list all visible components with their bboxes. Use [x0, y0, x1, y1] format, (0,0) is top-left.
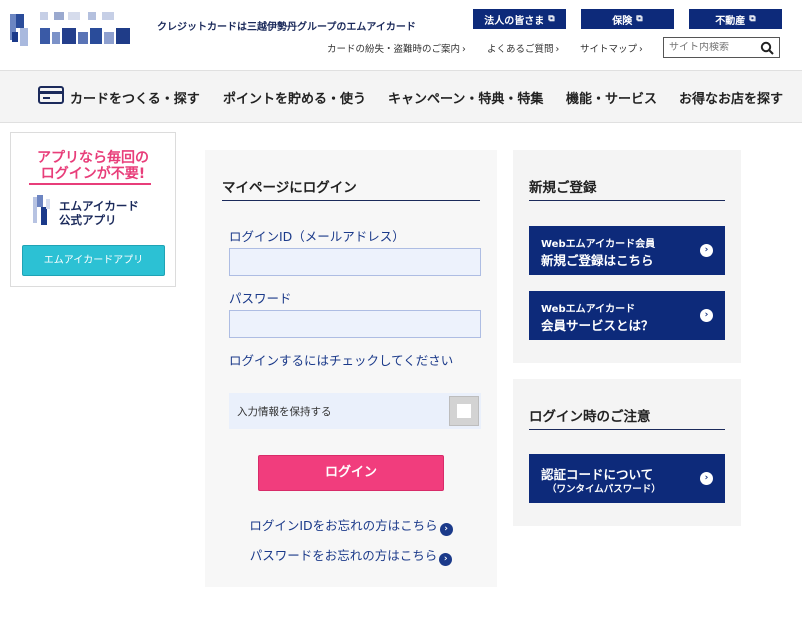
- banner-divider: [29, 183, 151, 185]
- credit-card-icon: [38, 86, 64, 104]
- real-estate-button-label: 不動産: [715, 15, 746, 27]
- arrow-circle-icon: ›: [439, 553, 453, 566]
- notice-title: ログイン時のご注意: [529, 409, 651, 425]
- keep-login-checkbox[interactable]: [449, 396, 479, 426]
- corporate-button-label: 法人の皆さま: [484, 15, 545, 27]
- password-label: パスワード: [229, 291, 292, 306]
- app-name-line-2: 公式アプリ: [59, 213, 117, 227]
- app-logo-icon: [33, 195, 50, 225]
- arrow-circle-icon: ›: [700, 244, 713, 257]
- nav-services[interactable]: 機能・サービス: [566, 88, 657, 107]
- nav-make-card[interactable]: カードをつくる・探す: [70, 88, 200, 107]
- chevron-right-icon: ›: [555, 44, 560, 55]
- arrow-circle-icon: ›: [700, 309, 713, 322]
- login-title-rule: [222, 200, 480, 201]
- login-notice-panel: ログイン時のご注意 認証コードについて （ワンタイムパスワード） ›: [513, 379, 741, 526]
- password-input[interactable]: [229, 310, 481, 338]
- arrow-circle-icon: ›: [700, 472, 713, 485]
- external-link-icon: ⧉: [548, 14, 555, 24]
- link-sitemap-label: サイトマップ: [580, 44, 638, 55]
- member-service-button[interactable]: Webエムアイカード 会員サービスとは？ ›: [529, 291, 725, 340]
- forgot-id-label: ログインIDをお忘れの方はこちら: [249, 518, 438, 533]
- member-service-line-2: 会員サービスとは？: [541, 318, 654, 333]
- corporate-button[interactable]: 法人の皆さま ⧉: [473, 9, 566, 29]
- insurance-button[interactable]: 保険 ⧉: [581, 9, 674, 29]
- link-sitemap[interactable]: サイトマップ ›: [580, 41, 645, 55]
- site-tagline: クレジットカードは三越伊勢丹グループのエムアイカード: [157, 22, 416, 33]
- link-faq[interactable]: よくあるご質問 ›: [487, 41, 561, 55]
- new-registration-line-2: 新規ご登録はこちら: [541, 253, 654, 268]
- link-faq-label: よくあるご質問: [487, 44, 554, 55]
- nav-campaign[interactable]: キャンペーン・特典・特集: [388, 88, 543, 107]
- check-hint: ログインするにはチェックしてください: [229, 353, 454, 368]
- login-id-input[interactable]: [229, 248, 481, 276]
- new-registration-button[interactable]: Webエムアイカード会員 新規ご登録はこちら ›: [529, 226, 725, 275]
- register-title-rule: [529, 200, 725, 201]
- chevron-right-icon: ›: [462, 44, 466, 55]
- link-lost-card[interactable]: カードの紛失・盗難時のご案内 ›: [327, 41, 468, 55]
- forgot-id-link[interactable]: ログインIDをお忘れの方はこちら ›: [205, 515, 497, 536]
- register-title: 新規ご登録: [529, 180, 597, 196]
- arrow-circle-icon: ›: [439, 523, 453, 536]
- member-service-line-1: Webエムアイカード: [541, 304, 636, 315]
- link-lost-card-label: カードの紛失・盗難時のご案内: [327, 44, 461, 55]
- forgot-password-link[interactable]: パスワードをお忘れの方はこちら ›: [205, 545, 497, 566]
- logo-mark-icon: [10, 12, 130, 46]
- app-download-button[interactable]: エムアイカードアプリ: [22, 245, 165, 276]
- auth-code-line-2: （ワンタイムパスワード）: [547, 484, 661, 495]
- insurance-button-label: 保険: [612, 15, 633, 27]
- site-search: [663, 37, 780, 58]
- search-icon[interactable]: [760, 41, 774, 55]
- login-button[interactable]: ログイン: [258, 455, 444, 491]
- chevron-right-icon: ›: [639, 44, 643, 55]
- nav-points[interactable]: ポイントを貯める・使う: [223, 88, 366, 107]
- login-id-label: ログインID（メールアドレス）: [229, 229, 405, 244]
- app-name: エムアイカード 公式アプリ: [59, 199, 139, 227]
- real-estate-button[interactable]: 不動産 ⧉: [689, 9, 782, 29]
- login-panel: マイページにログイン ログインID（メールアドレス） パスワード ログインするに…: [205, 150, 497, 587]
- app-banner[interactable]: アプリなら毎回の ログインが不要! エムアイカード 公式アプリ エムアイカードア…: [10, 132, 176, 287]
- external-link-icon: ⧉: [636, 14, 643, 24]
- external-link-icon: ⧉: [749, 14, 756, 24]
- register-panel: 新規ご登録 Webエムアイカード会員 新規ご登録はこちら › Webエムアイカー…: [513, 150, 741, 363]
- app-name-line-1: エムアイカード: [59, 199, 139, 213]
- search-input[interactable]: [669, 42, 761, 53]
- nav-find-stores[interactable]: お得なお店を探す: [679, 88, 783, 107]
- new-registration-line-1: Webエムアイカード会員: [541, 239, 656, 250]
- notice-title-rule: [529, 429, 725, 430]
- keep-login-label: 入力情報を保持する: [237, 406, 332, 418]
- keep-login-row[interactable]: 入力情報を保持する: [229, 393, 481, 429]
- forgot-password-label: パスワードをお忘れの方はこちら: [249, 548, 438, 563]
- auth-code-button[interactable]: 認証コードについて （ワンタイムパスワード） ›: [529, 454, 725, 503]
- login-title: マイページにログイン: [222, 180, 357, 196]
- site-logo[interactable]: [10, 10, 138, 50]
- page: クレジットカードは三越伊勢丹グループのエムアイカード 法人の皆さま ⧉ 保険 ⧉…: [0, 0, 802, 618]
- app-banner-headline-2: ログインが不要!: [40, 166, 146, 182]
